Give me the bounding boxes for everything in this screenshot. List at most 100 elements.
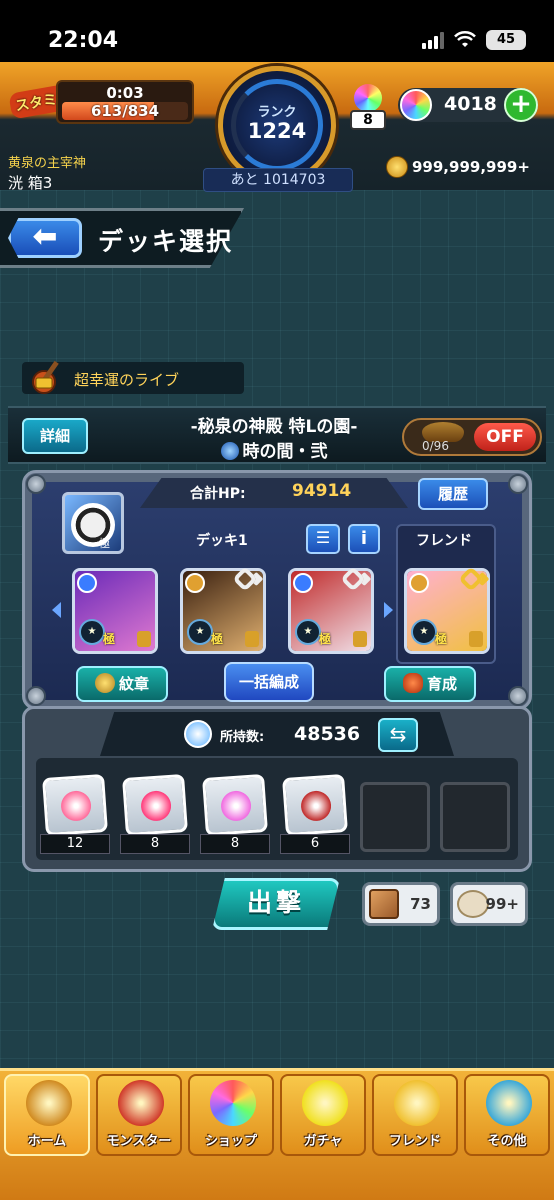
nav-label: その他 — [487, 1134, 527, 1149]
swap-button[interactable]: ⇆ — [378, 718, 418, 752]
heart-icon — [140, 789, 173, 822]
next-deck-arrow[interactable] — [384, 602, 393, 618]
wing-icon — [94, 673, 115, 693]
booster-chip[interactable]: 73 — [362, 882, 440, 926]
booster-count: 73 — [410, 895, 431, 913]
item-tile — [122, 773, 188, 837]
egg-icon — [457, 890, 489, 918]
rank-badge-icon: ★ — [187, 619, 213, 645]
other-icon — [486, 1080, 532, 1126]
detail-button[interactable]: 詳細 — [22, 418, 88, 454]
item-count: 8 — [200, 834, 270, 854]
item-slot-1[interactable]: 12 — [40, 772, 112, 854]
element-icon — [185, 573, 205, 593]
bolt-icon — [508, 474, 528, 494]
bulk-edit-button[interactable]: 一括編成 — [224, 662, 314, 702]
nav-shop[interactable]: ショップ — [188, 1074, 274, 1156]
info-button[interactable]: i — [348, 524, 380, 554]
element-icon — [77, 573, 97, 593]
leader-badge: 極 — [99, 537, 110, 550]
rose-icon — [300, 789, 333, 822]
total-hp-bar — [140, 478, 408, 508]
nav-monster[interactable]: モンスター — [96, 1074, 182, 1156]
bolt-icon — [26, 686, 46, 706]
signal-icon — [422, 31, 444, 49]
monster-badge: 極 — [103, 632, 116, 646]
egg-count: 99+ — [485, 895, 519, 913]
lock-icon — [469, 631, 483, 647]
quest-stage-label: 時の間・弐 — [242, 442, 328, 462]
emblem-button[interactable]: 紋章 — [76, 666, 168, 702]
wifi-icon — [454, 31, 476, 47]
bolt-icon — [508, 686, 528, 706]
back-button[interactable]: ⬅ — [8, 218, 82, 258]
deck-monster-1[interactable]: ★ 極 — [72, 568, 158, 654]
off-button[interactable]: OFF — [474, 423, 536, 451]
list-button[interactable]: ☰ — [306, 524, 340, 554]
lock-icon — [137, 631, 151, 647]
item-count: 6 — [280, 834, 350, 854]
orb-icon — [210, 1080, 256, 1126]
gold-coin-icon — [386, 156, 408, 178]
exp-to-next: あと 1014703 — [203, 168, 353, 192]
item-tile — [42, 773, 108, 837]
stamina-timer: 0:03 — [106, 84, 144, 102]
sortie-button[interactable]: 出撃 — [212, 878, 340, 930]
rank-badge[interactable]: ランク 1224 — [218, 66, 336, 184]
item-currency-icon — [184, 720, 212, 748]
empty-item-slot[interactable] — [440, 782, 510, 852]
monster-badge: 極 — [211, 632, 224, 646]
rank-badge-icon: ★ — [295, 619, 321, 645]
owned-label: 所持数: — [220, 730, 265, 745]
leader-avatar[interactable]: 極 — [62, 492, 124, 554]
gem-icon — [60, 789, 93, 822]
orb-count: 4018 — [444, 93, 497, 115]
orb-icon — [400, 89, 432, 121]
egg-chip[interactable]: 99+ — [450, 882, 528, 926]
event-tag-label: 超幸運のライブ — [74, 371, 180, 389]
empty-item-slot[interactable] — [360, 782, 430, 852]
monster-badge: 極 — [435, 632, 448, 646]
nav-label: ショップ — [204, 1134, 257, 1149]
quest-stage: 時の間・弐 — [104, 437, 444, 462]
guitar-icon — [32, 360, 59, 394]
item-slot-2[interactable]: 8 — [120, 772, 192, 854]
potion-button[interactable]: 8 — [346, 84, 390, 130]
potion-count: 8 — [350, 110, 386, 130]
toggle-counter: 0/96 — [422, 439, 449, 453]
gacha-icon — [302, 1080, 348, 1126]
stamina-value: 613/834 — [90, 102, 160, 120]
nav-gacha[interactable]: ガチャ — [280, 1074, 366, 1156]
lock-icon — [245, 631, 259, 647]
quest-name: -秘泉の神殿 特Lの園- — [190, 417, 358, 437]
prev-deck-arrow[interactable] — [52, 602, 61, 618]
cube-icon — [369, 889, 399, 919]
history-button[interactable]: 履歴 — [418, 478, 488, 510]
element-icon — [293, 573, 313, 593]
train-button[interactable]: 育成 — [384, 666, 476, 702]
item-slot-4[interactable]: 6 — [280, 772, 352, 854]
gold-amount: 999,999,999+ — [412, 158, 530, 176]
potion-icon — [354, 84, 382, 112]
status-bar: 22:04 45 — [0, 0, 554, 62]
friend-label: フレンド — [416, 533, 472, 549]
nav-label: ホーム — [27, 1134, 67, 1149]
bolt-icon — [26, 474, 46, 494]
add-orbs-button[interactable]: + — [504, 88, 538, 122]
friend-icon — [394, 1080, 440, 1126]
total-hp-value: 94914 — [292, 481, 352, 501]
nav-home[interactable]: ホーム — [4, 1074, 90, 1156]
total-hp-label: 合計HP: — [190, 486, 246, 502]
orb-counter: 4018 + — [398, 88, 538, 122]
dragon-icon — [402, 673, 423, 693]
nav-friend[interactable]: フレンド — [372, 1074, 458, 1156]
rank-label: ランク — [257, 105, 297, 120]
nav-other[interactable]: その他 — [464, 1074, 550, 1156]
stamina-box[interactable]: 0:03 613/834 — [56, 80, 194, 124]
sparkle-icon — [220, 789, 253, 822]
element-orb-icon — [220, 442, 239, 460]
item-slot-3[interactable]: 8 — [200, 772, 272, 854]
deck-name: デッキ1 — [196, 533, 248, 549]
auto-toggle[interactable]: 0/96 OFF — [402, 418, 542, 456]
owned-value: 48536 — [294, 723, 361, 745]
